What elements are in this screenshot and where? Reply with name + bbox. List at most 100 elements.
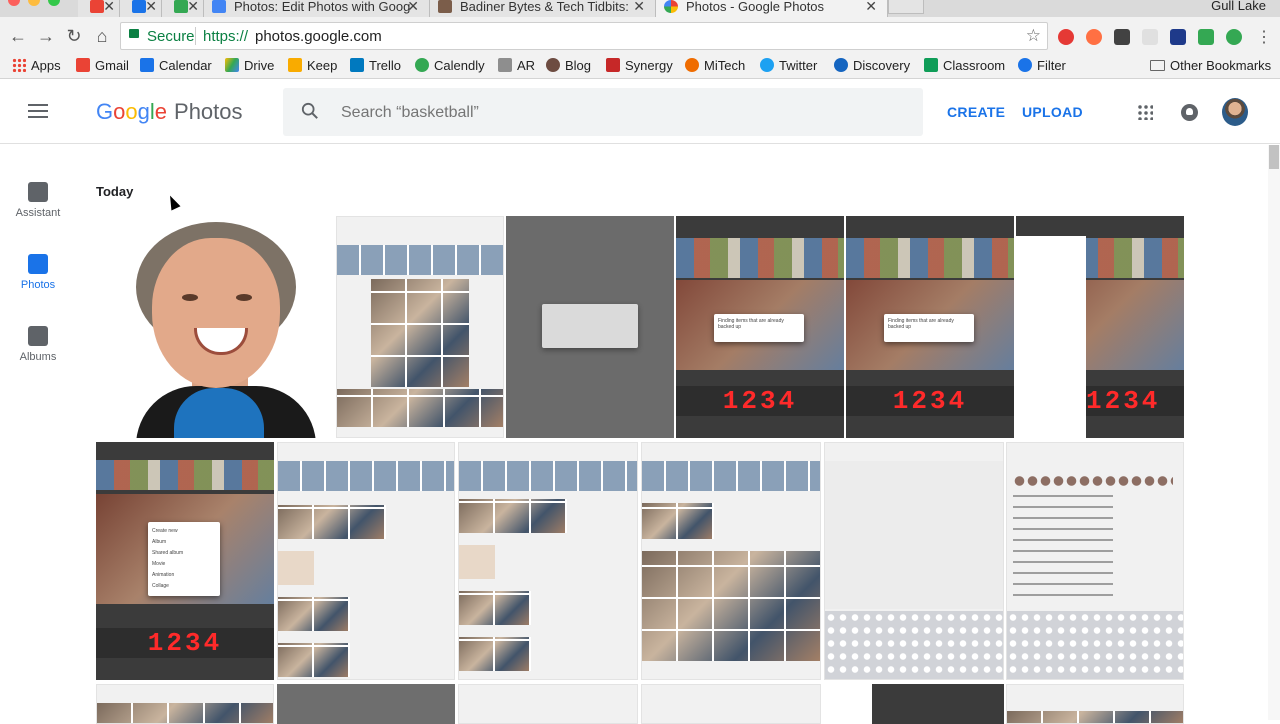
bookmark-keep[interactable]: Keep [288,58,337,73]
photo-detail [97,703,273,723]
browser-tab-edit-photos[interactable]: Photos: Edit Photos with Goog ✕ [204,0,430,17]
sidebar-item-albums[interactable]: Albums [0,326,76,363]
browser-tab-badiner-bytes[interactable]: Badiner Bytes & Tech Tidbits: ✕ [430,0,656,17]
photo-thumbnail-screenshot[interactable] [277,684,455,724]
browser-tab-drive[interactable]: ✕ [162,0,204,17]
photo-thumbnail-screenshot[interactable] [1006,684,1184,724]
browser-profile-name[interactable]: Gull Lake [1211,0,1266,13]
keep-icon [288,58,302,72]
bookmark-drive[interactable]: Drive [225,58,274,73]
apps-grid-icon [12,58,26,72]
synergy-icon [606,58,620,72]
photo-thumbnail-screenshot[interactable] [458,442,638,680]
scrollbar-thumb[interactable] [1269,145,1279,169]
bookmark-star-icon[interactable]: ☆ [1026,26,1041,46]
close-tab-icon[interactable]: ✕ [187,0,199,15]
tab-title: Badiner Bytes & Tech Tidbits: [460,0,629,14]
extension-icon[interactable] [1142,29,1158,45]
bookmark-calendar[interactable]: Calendar [140,58,212,73]
bookmark-ar[interactable]: AR [498,58,535,73]
photo-thumbnail-screenshot[interactable] [96,684,274,724]
photo-detail [1013,475,1173,487]
photo-thumbnail-screenshot[interactable]: Finding items that are already backed up… [846,216,1014,438]
photo-detail [1013,495,1113,605]
close-tab-icon[interactable]: ✕ [103,0,115,15]
extension-icon[interactable] [1086,29,1102,45]
photo-thumbnail-screenshot[interactable] [277,442,455,680]
avatar[interactable] [1222,98,1248,126]
counter-digits: 1234 [1086,386,1184,416]
reload-icon[interactable]: ↻ [63,25,85,47]
photo-detail [542,304,638,348]
bookmark-blog[interactable]: Blog [546,58,591,73]
opera-extension-icon[interactable] [1058,29,1074,45]
bookmark-filter[interactable]: Filter [1018,58,1066,73]
extension-icon[interactable] [1170,29,1186,45]
photo-thumbnail-selfie[interactable] [96,216,334,438]
bookmark-mitech[interactable]: MiTech [685,58,745,73]
forward-arrow-icon[interactable]: → [35,25,57,47]
close-tab-icon[interactable]: ✕ [407,0,419,15]
create-button[interactable]: CREATE [947,104,1005,120]
photo-thumbnail-screenshot[interactable] [824,684,1004,724]
photo-detail [337,245,503,275]
twitter-icon [760,58,774,72]
tab-title: Photos - Google Photos [686,0,825,14]
photo-detail [642,551,820,661]
bookmark-trello[interactable]: Trello [350,58,401,73]
back-arrow-icon[interactable]: ← [7,25,29,47]
photo-thumbnail-screenshot[interactable]: 1234 [1016,216,1184,438]
main-menu-icon[interactable] [28,104,48,120]
grammarly-extension-icon[interactable] [1226,29,1242,45]
photo-thumbnail-screenshot[interactable]: Create new Album Shared album Movie Anim… [96,442,274,680]
close-tab-icon[interactable]: ✕ [633,0,645,15]
bookmark-calendly[interactable]: Calendly [415,58,485,73]
photo-thumbnail-screenshot[interactable] [458,684,638,724]
home-icon[interactable]: ⌂ [91,25,113,47]
photo-detail [846,238,1014,278]
backup-dialog: Finding items that are already backed up [714,314,804,342]
bookmark-synergy[interactable]: Synergy [606,58,673,73]
browser-tab-google-photos[interactable]: Photos - Google Photos ✕ [656,0,888,17]
bookmark-classroom[interactable]: Classroom [924,58,1005,73]
close-window-button[interactable] [8,0,20,6]
browser-menu-icon[interactable]: ⋮ [1256,27,1272,47]
bookmark-twitter[interactable]: Twitter [760,58,817,73]
menu-item: Shared album [152,550,184,556]
close-tab-icon[interactable]: ✕ [865,0,877,15]
zoom-window-button[interactable] [48,0,60,6]
qr-code-extension-icon[interactable] [1114,29,1130,45]
google-photos-logo[interactable]: Google Photos [96,99,243,125]
sidebar-item-photos[interactable]: Photos [0,254,76,291]
browser-tab-gmail[interactable]: ✕ [78,0,120,17]
minimize-window-button[interactable] [28,0,40,6]
address-bar[interactable]: Secure https:// photos.google.com ☆ [120,22,1048,50]
scrollbar[interactable] [1268,145,1280,720]
photo-thumbnail-screenshot[interactable]: Finding items that are already backed up… [676,216,844,438]
close-tab-icon[interactable]: ✕ [145,0,157,15]
photo-thumbnail-screenshot[interactable] [641,684,821,724]
photo-thumbnail-screenshot[interactable] [824,442,1004,680]
search-input[interactable] [339,100,903,126]
photo-thumbnail-screenshot[interactable] [1006,442,1184,680]
ar-icon [498,58,512,72]
trello-icon [350,58,364,72]
bookmark-gmail[interactable]: Gmail [76,58,129,73]
photo-thumbnail-screenshot[interactable] [336,216,504,438]
bookmark-apps[interactable]: Apps [12,58,61,73]
bookmark-discovery[interactable]: Discovery [834,58,910,73]
mitech-icon [685,58,699,72]
google-apps-icon[interactable] [1137,104,1153,120]
tab-title: Photos: Edit Photos with Goog [234,0,411,14]
notifications-icon[interactable] [1181,104,1198,121]
other-bookmarks[interactable]: Other Bookmarks [1150,58,1271,73]
browser-tab-calendar[interactable]: ✕ [120,0,162,17]
photo-thumbnail-blurred[interactable] [506,216,674,438]
photo-thumbnail-screenshot[interactable] [641,442,821,680]
sidebar-item-assistant[interactable]: Assistant [0,182,76,219]
extension-icon[interactable] [1198,29,1214,45]
photo-detail [236,294,252,301]
new-tab-button[interactable] [888,0,924,14]
search-bar[interactable] [283,88,923,136]
upload-button[interactable]: UPLOAD [1022,104,1083,120]
